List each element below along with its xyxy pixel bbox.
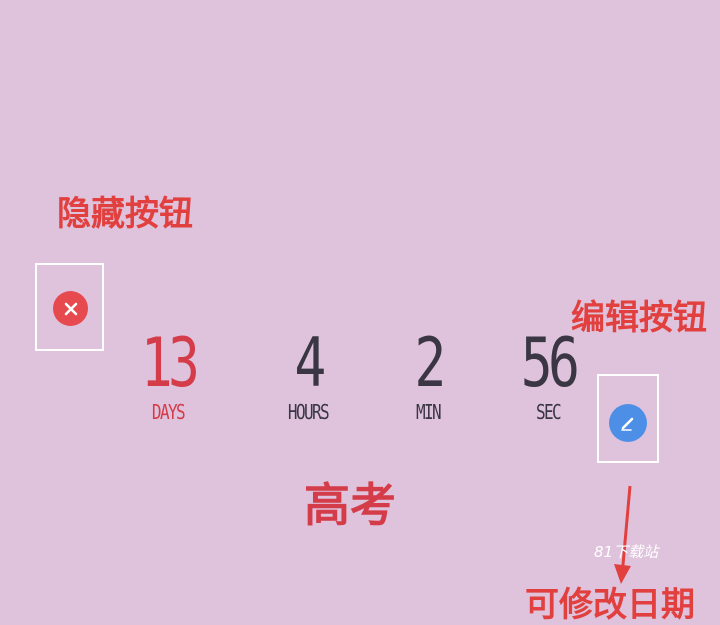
sec-value: 56: [520, 324, 580, 403]
pencil-icon: [619, 414, 637, 432]
event-title[interactable]: 高考: [250, 482, 450, 528]
hours-label: HOURS: [287, 400, 330, 424]
days-label: DAYS: [151, 400, 186, 424]
countdown-days: 13 DAYS: [128, 324, 208, 425]
edit-button-annotation: 编辑按钮: [571, 298, 707, 338]
min-value: 2: [414, 324, 446, 403]
hide-button-annotation: 隐藏按钮: [57, 194, 193, 234]
watermark: 81下载站: [594, 543, 659, 561]
modify-date-annotation: 可修改日期: [525, 585, 695, 625]
days-value: 13: [140, 324, 200, 403]
sec-label: SEC: [535, 400, 562, 424]
arrow-icon: [614, 485, 632, 584]
countdown-sec: 56 SEC: [508, 324, 588, 425]
edit-button[interactable]: [609, 404, 647, 442]
countdown-min: 2 MIN: [388, 324, 468, 425]
min-label: MIN: [415, 400, 442, 424]
countdown-hours: 4 HOURS: [268, 324, 348, 425]
close-icon: [64, 302, 78, 316]
hide-button[interactable]: [53, 291, 88, 326]
hours-value: 4: [294, 324, 326, 403]
